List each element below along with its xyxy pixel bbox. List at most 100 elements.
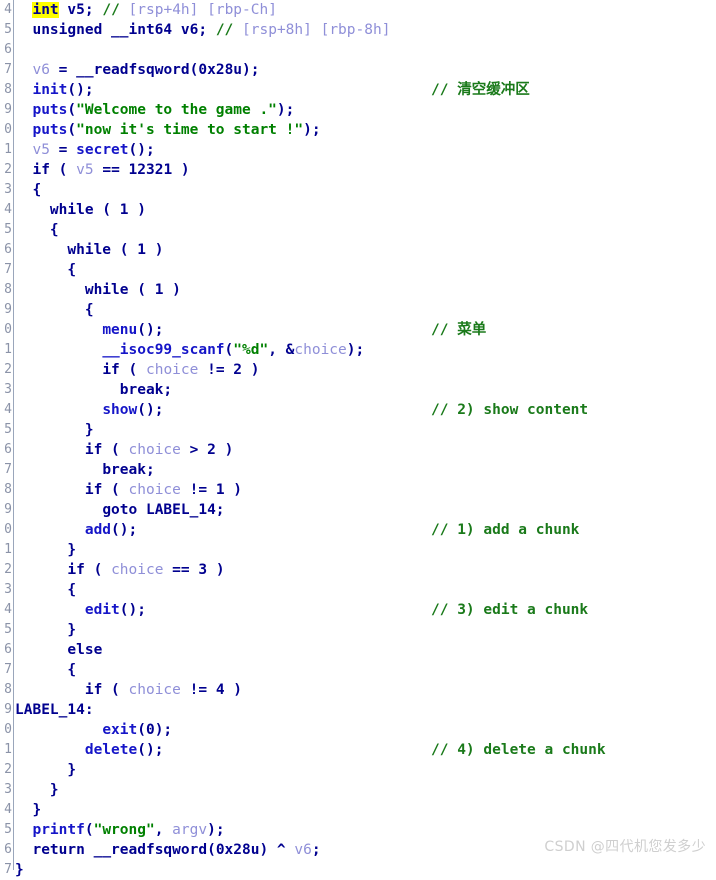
code-line[interactable]: } [15,780,716,800]
token-kw[interactable]: unsigned __int64 [32,22,172,38]
token-fn[interactable]: printf [32,822,84,838]
code-line[interactable]: else [15,640,716,660]
code-line[interactable]: } [15,620,716,640]
token-punct[interactable]: ) [242,362,260,378]
token-punct[interactable]: { [32,182,41,198]
code-line[interactable]: goto LABEL_14; [15,500,716,520]
line-number-gutter[interactable]: 4 5 6 7 8 9 0 1 2 3 4 5 6 7 8 9 0 1 2 3 4 5 6 7 8 9 0 1 2 3 4 5 6 7 8 9 0 1 2 3… [0,0,14,877]
code-line[interactable]: exit(0); [15,720,716,740]
token-punct[interactable]: ; [146,462,155,478]
token-punct[interactable]: ( [50,162,76,178]
token-plain[interactable]: __readfsqword [76,62,190,78]
code-line[interactable]: } [15,800,716,820]
token-fn[interactable]: exit [102,722,137,738]
token-num[interactable]: 2 [207,442,216,458]
token-punct[interactable]: { [50,222,59,238]
code-line[interactable]: { [15,180,716,200]
token-var[interactable]: argv [172,822,207,838]
token-punct[interactable]: ) [146,242,164,258]
token-plain[interactable]: > [181,442,207,458]
token-punct[interactable]: ( [225,342,234,358]
code-line[interactable]: if ( choice > 2 ) [15,440,716,460]
token-punct[interactable]: ( [67,122,76,138]
token-punct[interactable]: ( [120,362,146,378]
token-punct[interactable]: ); [303,122,320,138]
token-plain[interactable]: == [94,162,129,178]
token-plain[interactable]: == [163,562,198,578]
token-num[interactable]: 12321 [129,162,173,178]
token-punct[interactable]: ) [163,282,181,298]
side-comment[interactable]: // 清空缓冲区 [431,80,530,100]
code-line[interactable]: puts("Welcome to the game ."); [15,100,716,120]
token-fn[interactable]: init [32,82,67,98]
token-plain[interactable]: = [50,142,76,158]
code-line[interactable]: break; [15,380,716,400]
code-line[interactable]: int v5; // [rsp+4h] [rbp-Ch] [15,0,716,20]
token-num[interactable]: 1 [137,242,146,258]
token-cmt[interactable]: // [216,22,242,38]
token-num[interactable]: 0x28u [216,842,260,858]
token-punct[interactable]: , & [268,342,294,358]
token-fn[interactable]: menu [102,322,137,338]
token-punct[interactable]: { [85,302,94,318]
token-punct[interactable]: (); [137,322,163,338]
token-punct[interactable]: ( [85,822,94,838]
token-var[interactable]: choice [129,442,181,458]
code-line[interactable]: { [15,660,716,680]
token-punct[interactable]: ( [67,102,76,118]
token-var[interactable]: choice [129,482,181,498]
token-punct[interactable]: { [67,262,76,278]
token-kw[interactable]: if [85,682,102,698]
token-fn[interactable]: puts [32,102,67,118]
token-punct[interactable]: ( [102,482,128,498]
code-line[interactable]: LABEL_14: [15,700,716,720]
token-var[interactable]: [rsp+8h] [rbp-8h] [242,22,390,38]
token-punct[interactable]: { [67,582,76,598]
token-num[interactable]: 4 [216,682,225,698]
decompiler-pseudocode-view[interactable]: 4567890123456789012345678901234567890123… [0,0,716,878]
token-punct[interactable]: ( [129,282,155,298]
token-plain[interactable]: __readfsqword [85,842,208,858]
token-var[interactable]: choice [146,362,198,378]
token-punct[interactable]: (); [67,82,93,98]
side-comment[interactable]: // 2) show content [431,400,588,420]
token-str[interactable]: "Welcome to the game ." [76,102,277,118]
token-fn[interactable]: add [85,522,111,538]
token-plain[interactable]: != [181,482,216,498]
side-comment[interactable]: // 3) edit a chunk [431,600,588,620]
token-fn[interactable]: puts [32,122,67,138]
code-line[interactable]: { [15,300,716,320]
code-line[interactable]: unsigned __int64 v6; // [rsp+8h] [rbp-8h… [15,20,716,40]
code-line[interactable]: if ( v5 == 12321 ) [15,160,716,180]
token-fn[interactable]: secret [76,142,128,158]
code-line[interactable]: init(); [15,80,716,100]
token-punct[interactable]: ); [242,62,259,78]
token-punct[interactable]: (); [137,402,163,418]
token-punct[interactable]: ( [102,682,128,698]
token-label[interactable]: LABEL_14: [15,702,94,718]
token-plain[interactable]: != [181,682,216,698]
token-kw[interactable]: break [120,382,164,398]
token-punct[interactable]: ( [111,242,137,258]
token-punct[interactable]: ) [225,482,242,498]
token-punct[interactable]: ( [94,202,120,218]
side-comment[interactable]: // 1) add a chunk [431,520,579,540]
token-punct[interactable]: ( [85,562,111,578]
code-line[interactable]: v6 = __readfsqword(0x28u); [15,60,716,80]
token-punct[interactable]: ); [155,722,172,738]
code-line[interactable]: puts("now it's time to start !"); [15,120,716,140]
token-var[interactable]: [rsp+4h] [rbp-Ch] [129,2,277,18]
token-punct[interactable]: } [67,762,76,778]
token-fn[interactable]: delete [85,742,137,758]
code-line[interactable]: } [15,760,716,780]
token-punct[interactable]: ( [207,842,216,858]
token-punct[interactable]: ) [225,682,242,698]
code-line[interactable]: add(); [15,520,716,540]
token-punct[interactable]: ( [102,442,128,458]
code-line[interactable] [15,40,716,60]
token-punct[interactable]: (); [129,142,155,158]
code-line[interactable]: if ( choice != 2 ) [15,360,716,380]
token-var[interactable]: choice [111,562,163,578]
code-area[interactable]: int v5; // [rsp+4h] [rbp-Ch] unsigned __… [15,0,716,878]
code-line[interactable]: while ( 1 ) [15,200,716,220]
